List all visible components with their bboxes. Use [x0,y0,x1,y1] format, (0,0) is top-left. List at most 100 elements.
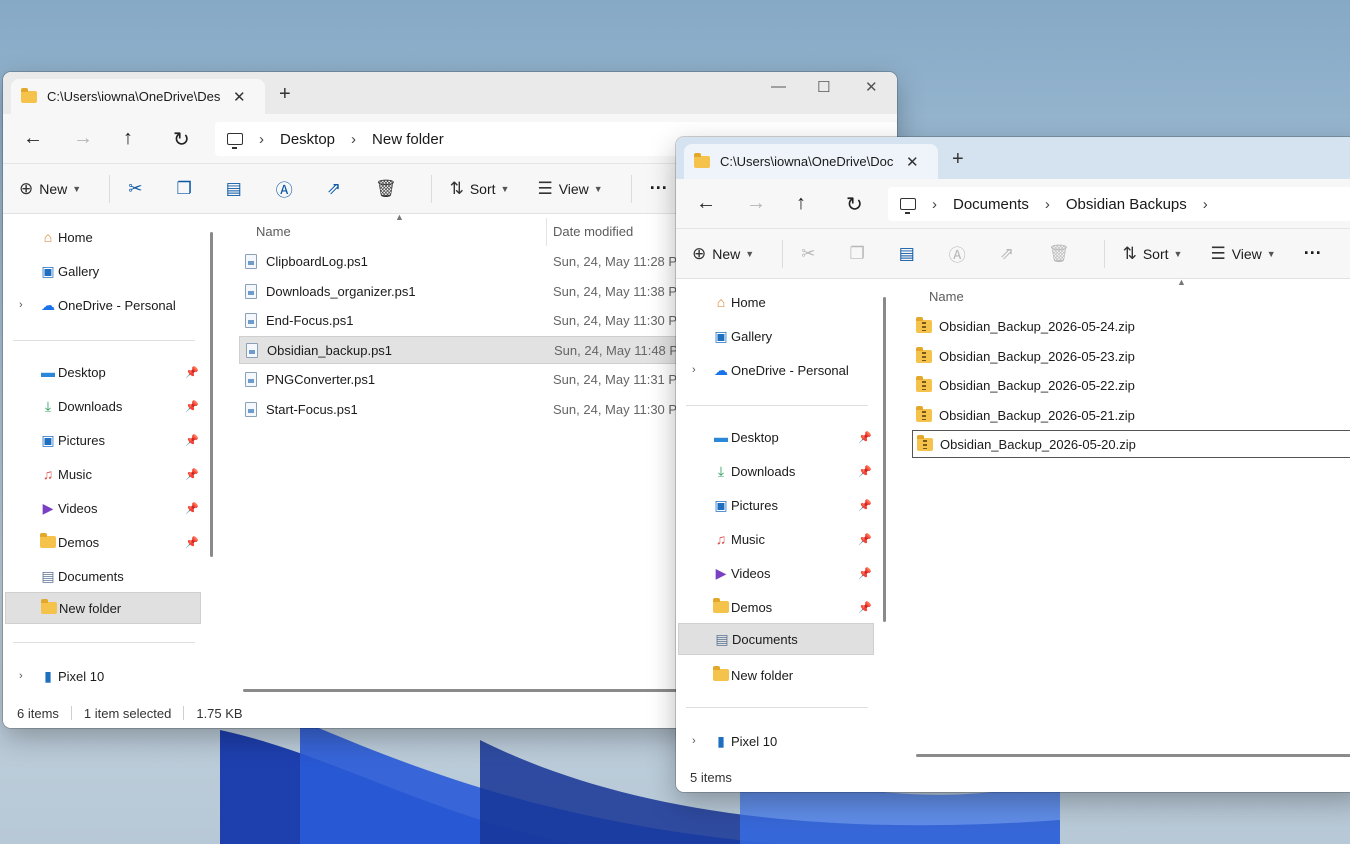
chevron-right-icon[interactable]: › [19,670,23,682]
sidebar-item-downloads[interactable]: ⤓ Downloads 📌 [678,455,874,487]
pin-icon[interactable]: 📌 [185,502,199,515]
breadcrumb-new-folder[interactable]: New folder [372,131,444,148]
forward-button[interactable]: → [746,192,766,215]
share-button[interactable]: ⇗ [327,179,347,199]
delete-button[interactable]: 🗑 [1048,244,1076,264]
forward-button[interactable]: → [73,127,93,150]
copy-button[interactable]: ❐ [176,179,197,199]
sidebar-item-desktop[interactable]: ▬ Desktop 📌 [5,356,201,388]
close-tab-icon[interactable]: ✕ [233,88,246,106]
breadcrumb-desktop[interactable]: Desktop [280,131,335,148]
tab-obsidian-backups[interactable]: C:\Users\iowna\OneDrive\Documents\Obsidi… [684,144,938,179]
rename-button[interactable]: Ⓐ [276,176,299,201]
sidebar-item-gallery[interactable]: ▣ Gallery [5,255,201,287]
new-tab-button[interactable]: + [952,148,964,171]
pin-icon[interactable]: 📌 [185,366,199,379]
sidebar-item-new-folder[interactable]: New folder [678,659,874,691]
maximize-button[interactable]: ☐ [817,78,830,96]
sidebar-item-music[interactable]: ♫ Music 📌 [678,523,874,555]
up-button[interactable]: ↑ [796,192,806,215]
sidebar-item-home[interactable]: ⌂ Home [5,221,201,253]
sidebar-item-demos[interactable]: Demos 📌 [678,591,874,623]
back-button[interactable]: ← [696,192,716,215]
sidebar-scrollbar[interactable] [210,232,213,557]
new-button[interactable]: ⊕ New ▼ [19,179,81,199]
sidebar-item-documents[interactable]: ▤ Documents [5,560,201,592]
pin-icon[interactable]: 📌 [858,431,872,444]
sidebar-item-gallery[interactable]: ▣ Gallery [678,320,874,352]
column-divider[interactable] [546,218,547,246]
more-options-button[interactable]: ··· [1304,243,1322,264]
sidebar-item-music[interactable]: ♫ Music 📌 [5,458,201,490]
back-button[interactable]: ← [23,127,43,150]
pin-icon[interactable]: 📌 [185,468,199,481]
sidebar-item-onedrive[interactable]: › ☁ OneDrive - Personal [5,289,201,321]
list-item[interactable]: Obsidian_Backup_2026-05-23.zip [912,342,1350,370]
sort-button[interactable]: ⇅ Sort ▼ [1123,244,1183,264]
sidebar-item-pictures[interactable]: ▣ Pictures 📌 [5,424,201,456]
breadcrumb-documents[interactable]: Documents [953,196,1029,213]
close-window-button[interactable]: ✕ [865,78,878,96]
sort-button[interactable]: ⇅ Sort ▼ [450,179,510,199]
pin-icon[interactable]: 📌 [858,499,872,512]
copy-button[interactable]: ❐ [849,244,870,264]
sidebar-item-pixel[interactable]: › ▮ Pixel 10 [5,660,201,692]
minimize-button[interactable]: — [771,78,786,95]
pin-icon[interactable]: 📌 [185,536,199,549]
horizontal-scrollbar[interactable] [243,689,683,692]
delete-button[interactable]: 🗑 [375,179,403,199]
paste-button[interactable]: ▤ [899,244,921,264]
refresh-button[interactable]: ↻ [173,127,190,152]
sidebar-item-desktop[interactable]: ▬ Desktop 📌 [678,421,874,453]
list-item[interactable]: Start-Focus.ps1 Sun, 24, May 11:30 PM [239,395,699,423]
list-item[interactable]: Obsidian_Backup_2026-05-21.zip [912,401,1350,429]
new-button[interactable]: ⊕ New ▼ [692,244,754,264]
refresh-button[interactable]: ↻ [846,192,863,217]
list-item[interactable]: ClipboardLog.ps1 Sun, 24, May 11:28 PM [239,247,699,275]
breadcrumb[interactable]: › Documents › Obsidian Backups › [888,187,1350,221]
pin-icon[interactable]: 📌 [185,400,199,413]
share-button[interactable]: ⇗ [1000,244,1020,264]
list-item[interactable]: Obsidian_Backup_2026-05-24.zip [912,312,1350,340]
view-button[interactable]: ☰ View ▼ [537,179,602,199]
list-item[interactable]: Obsidian_Backup_2026-05-22.zip [912,371,1350,399]
pin-icon[interactable]: 📌 [185,434,199,447]
list-item[interactable]: End-Focus.ps1 Sun, 24, May 11:30 PM [239,306,699,334]
sidebar-item-onedrive[interactable]: › ☁ OneDrive - Personal [678,354,874,386]
chevron-right-icon[interactable]: › [19,299,23,311]
list-item[interactable]: Downloads_organizer.ps1 Sun, 24, May 11:… [239,277,699,305]
column-header-date-modified[interactable]: Date modified [553,224,633,239]
sidebar-item-pixel[interactable]: › ▮ Pixel 10 [678,725,874,757]
chevron-right-icon[interactable]: › [692,364,696,376]
close-tab-icon[interactable]: ✕ [906,153,919,171]
sidebar-item-demos[interactable]: Demos 📌 [5,526,201,558]
sidebar-item-pictures[interactable]: ▣ Pictures 📌 [678,489,874,521]
sidebar-item-new-folder[interactable]: New folder [5,592,201,624]
horizontal-scrollbar[interactable] [916,754,1350,757]
list-item-focused[interactable]: Obsidian_Backup_2026-05-20.zip [912,430,1350,458]
view-button[interactable]: ☰ View ▼ [1210,244,1275,264]
sidebar-item-home[interactable]: ⌂ Home [678,286,874,318]
chevron-right-icon[interactable]: › [692,735,696,747]
sidebar-item-videos[interactable]: ▶ Videos 📌 [678,557,874,589]
pin-icon[interactable]: 📌 [858,601,872,614]
more-options-button[interactable]: ··· [650,178,668,199]
pin-icon[interactable]: 📌 [858,567,872,580]
column-header-name[interactable]: Name [929,289,964,304]
new-tab-button[interactable]: + [279,83,291,106]
tab-new-folder[interactable]: C:\Users\iowna\OneDrive\Desktop\New fold… [11,79,265,114]
cut-button[interactable]: ✂ [128,179,148,199]
chevron-right-icon[interactable]: › [1203,196,1208,213]
list-item-selected[interactable]: Obsidian_backup.ps1 Sun, 24, May 11:48 P… [239,336,699,364]
sidebar-scrollbar[interactable] [883,297,886,622]
sidebar-item-videos[interactable]: ▶ Videos 📌 [5,492,201,524]
sidebar-item-documents[interactable]: ▤ Documents [678,623,874,655]
pin-icon[interactable]: 📌 [858,465,872,478]
up-button[interactable]: ↑ [123,127,133,150]
pin-icon[interactable]: 📌 [858,533,872,546]
list-item[interactable]: PNGConverter.ps1 Sun, 24, May 11:31 PM [239,365,699,393]
rename-button[interactable]: Ⓐ [949,241,972,266]
column-header-name[interactable]: Name [256,224,291,239]
cut-button[interactable]: ✂ [801,244,821,264]
paste-button[interactable]: ▤ [226,179,248,199]
